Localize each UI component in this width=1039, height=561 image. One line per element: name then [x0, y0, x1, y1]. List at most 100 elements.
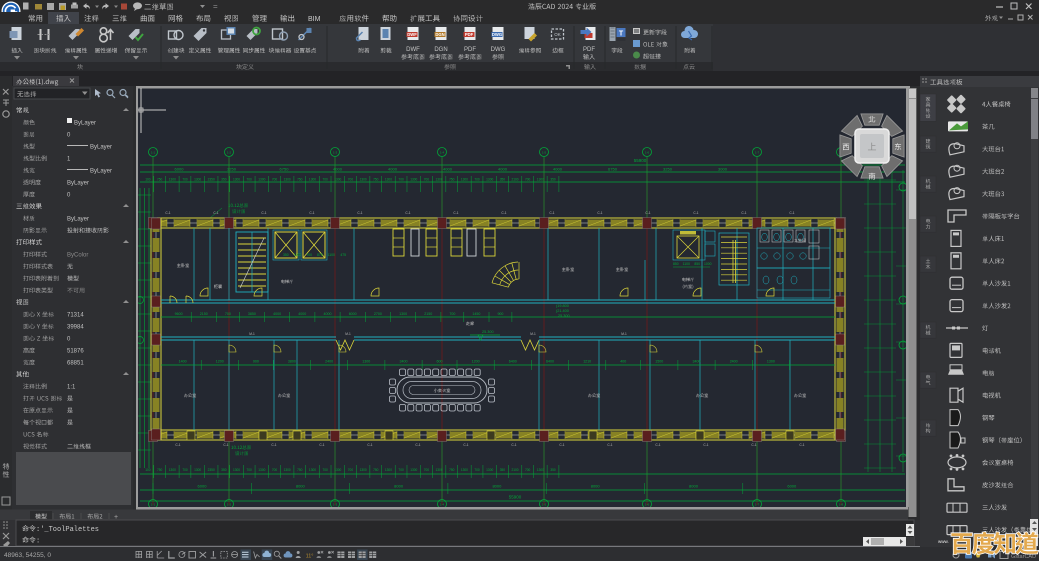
svg-text:2150: 2150	[200, 312, 208, 316]
svg-text:C-1: C-1	[741, 211, 746, 215]
svg-text:C-1: C-1	[655, 443, 660, 447]
svg-text::: :	[36, 538, 40, 546]
svg-text:C-1: C-1	[789, 211, 794, 215]
svg-text:DGN: DGN	[435, 32, 444, 37]
svg-text:6750: 6750	[608, 167, 618, 172]
svg-text:2100: 2100	[511, 178, 518, 182]
svg-text:750: 750	[297, 178, 303, 182]
svg-text:3250: 3250	[227, 167, 237, 172]
svg-text:700: 700	[398, 178, 404, 182]
svg-text:8000: 8000	[296, 484, 306, 489]
svg-text:2400: 2400	[730, 360, 738, 364]
svg-text:M-1: M-1	[621, 332, 627, 336]
svg-text:1200: 1200	[216, 360, 224, 364]
svg-text:700: 700	[525, 468, 531, 472]
svg-text::'_ToolPalettes: :'_ToolPalettes	[36, 526, 99, 534]
svg-text:850: 850	[673, 262, 679, 266]
svg-text:350: 350	[283, 253, 289, 257]
svg-text:4000: 4000	[324, 312, 332, 316]
svg-text:100: 100	[145, 468, 151, 472]
svg-text:2150: 2150	[424, 312, 432, 316]
svg-text:39984: 39984	[67, 325, 84, 331]
svg-text:C-1: C-1	[309, 211, 314, 215]
svg-text:3800: 3800	[288, 360, 296, 364]
svg-text:6000: 6000	[198, 484, 208, 489]
svg-text:750: 750	[373, 468, 379, 472]
svg-text:1300: 1300	[360, 468, 367, 472]
svg-text:C-1: C-1	[261, 211, 266, 215]
svg-text:350: 350	[221, 468, 227, 472]
svg-text:C-1: C-1	[271, 443, 276, 447]
svg-text:4000: 4000	[273, 312, 281, 316]
svg-text:700: 700	[398, 468, 404, 472]
svg-text:M-1: M-1	[249, 332, 255, 336]
svg-text:400: 400	[620, 360, 626, 364]
svg-text:1300: 1300	[309, 468, 316, 472]
svg-text:ByLayer: ByLayer	[67, 181, 89, 187]
svg-text:700: 700	[306, 253, 312, 257]
svg-text:1300: 1300	[309, 178, 316, 182]
svg-text:1-1: 1-1	[151, 503, 156, 507]
svg-text:GstarCAD: GstarCAD	[1011, 554, 1036, 560]
svg-text:1-3: 1-3	[333, 151, 338, 155]
svg-text:1-6: 1-6	[645, 503, 650, 507]
svg-text:2350: 2350	[208, 178, 215, 182]
svg-text:1300: 1300	[537, 178, 544, 182]
svg-text:850: 850	[694, 262, 700, 266]
svg-text:C-1: C-1	[511, 443, 516, 447]
svg-text:25.300: 25.300	[558, 314, 570, 318]
svg-text:350: 350	[500, 468, 506, 472]
svg-text:48963, 54255, 0: 48963, 54255, 0	[4, 552, 51, 559]
svg-text:C-1: C-1	[559, 443, 564, 447]
svg-text:700: 700	[348, 178, 354, 182]
svg-text:350: 350	[221, 178, 227, 182]
svg-text:1000: 1000	[704, 262, 712, 266]
svg-text:1300: 1300	[334, 468, 341, 472]
svg-text:51876: 51876	[67, 349, 84, 355]
svg-text:11°: 11°	[306, 554, 314, 560]
svg-text:700: 700	[424, 178, 430, 182]
svg-text:C-1: C-1	[415, 443, 420, 447]
svg-text:=: =	[213, 2, 218, 11]
svg-text:1-7: 1-7	[755, 151, 760, 155]
svg-text:C-1: C-1	[607, 443, 612, 447]
svg-text:1300: 1300	[169, 178, 176, 182]
svg-text:C-1: C-1	[549, 211, 554, 215]
svg-text:3250: 3250	[663, 167, 673, 172]
svg-text:55900: 55900	[634, 158, 647, 163]
svg-text:1300: 1300	[537, 468, 544, 472]
svg-text:6750: 6750	[280, 167, 290, 172]
svg-text:1300: 1300	[233, 178, 240, 182]
svg-text:900: 900	[253, 360, 259, 364]
svg-text:DWG: DWG	[492, 32, 502, 37]
svg-text:ByColor: ByColor	[67, 253, 88, 259]
svg-text:4000: 4000	[443, 167, 453, 172]
svg-text:1300: 1300	[194, 178, 201, 182]
svg-text:8000: 8000	[689, 484, 699, 489]
svg-text:1500: 1500	[655, 360, 663, 364]
svg-text:C-1: C-1	[463, 443, 468, 447]
svg-text:25.300: 25.300	[482, 330, 494, 334]
svg-text:1300: 1300	[486, 468, 493, 472]
svg-text:1-2: 1-2	[227, 151, 232, 155]
svg-text:2400: 2400	[325, 360, 333, 364]
svg-text:700: 700	[225, 312, 231, 316]
svg-text:1300: 1300	[233, 468, 240, 472]
svg-text:OK: OK	[554, 32, 561, 37]
svg-text:1300: 1300	[194, 468, 201, 472]
svg-text:4000: 4000	[333, 167, 343, 172]
svg-text:1100: 1100	[328, 253, 335, 257]
svg-text:1100: 1100	[683, 262, 690, 266]
svg-text:1300: 1300	[486, 178, 493, 182]
svg-text:C-1: C-1	[165, 211, 170, 215]
svg-text:3400: 3400	[400, 360, 408, 364]
svg-text:350: 350	[500, 178, 506, 182]
svg-text:1200: 1200	[472, 360, 480, 364]
svg-text:1300: 1300	[284, 468, 291, 472]
svg-text:1300: 1300	[385, 178, 392, 182]
svg-text:C-1: C-1	[223, 443, 228, 447]
svg-text:C-1: C-1	[751, 443, 756, 447]
svg-text:T: T	[619, 31, 624, 38]
svg-text:2350: 2350	[208, 468, 215, 472]
svg-text:ByLayer: ByLayer	[90, 169, 112, 175]
